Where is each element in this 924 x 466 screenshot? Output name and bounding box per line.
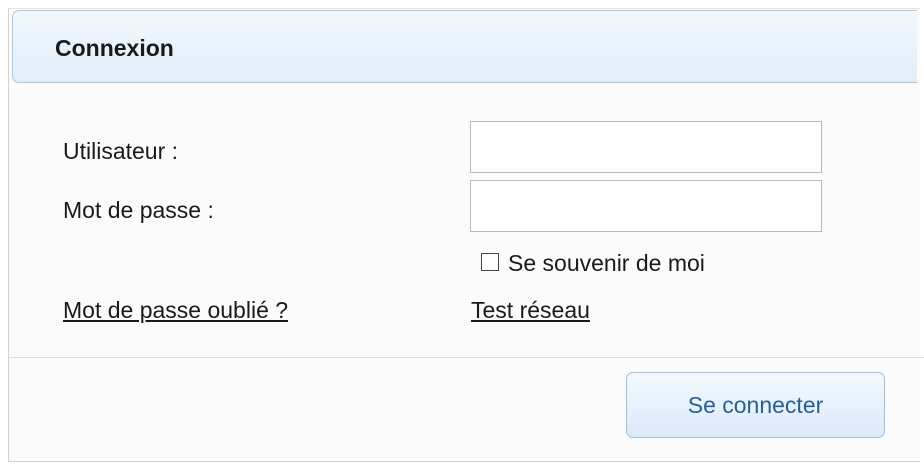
dialog-title: Connexion	[55, 35, 174, 61]
network-test-link[interactable]: Test réseau	[471, 297, 590, 324]
dialog-header: Connexion	[12, 10, 917, 83]
footer-divider	[9, 357, 924, 358]
connect-button[interactable]: Se connecter	[626, 372, 885, 438]
username-label: Utilisateur :	[63, 138, 179, 164]
username-input[interactable]	[470, 121, 822, 173]
remember-me-checkbox[interactable]	[481, 253, 499, 271]
forgot-password-link[interactable]: Mot de passe oublié ?	[63, 297, 288, 324]
password-input[interactable]	[470, 180, 822, 232]
remember-me-label[interactable]: Se souvenir de moi	[508, 250, 705, 277]
password-label: Mot de passe :	[63, 197, 214, 223]
